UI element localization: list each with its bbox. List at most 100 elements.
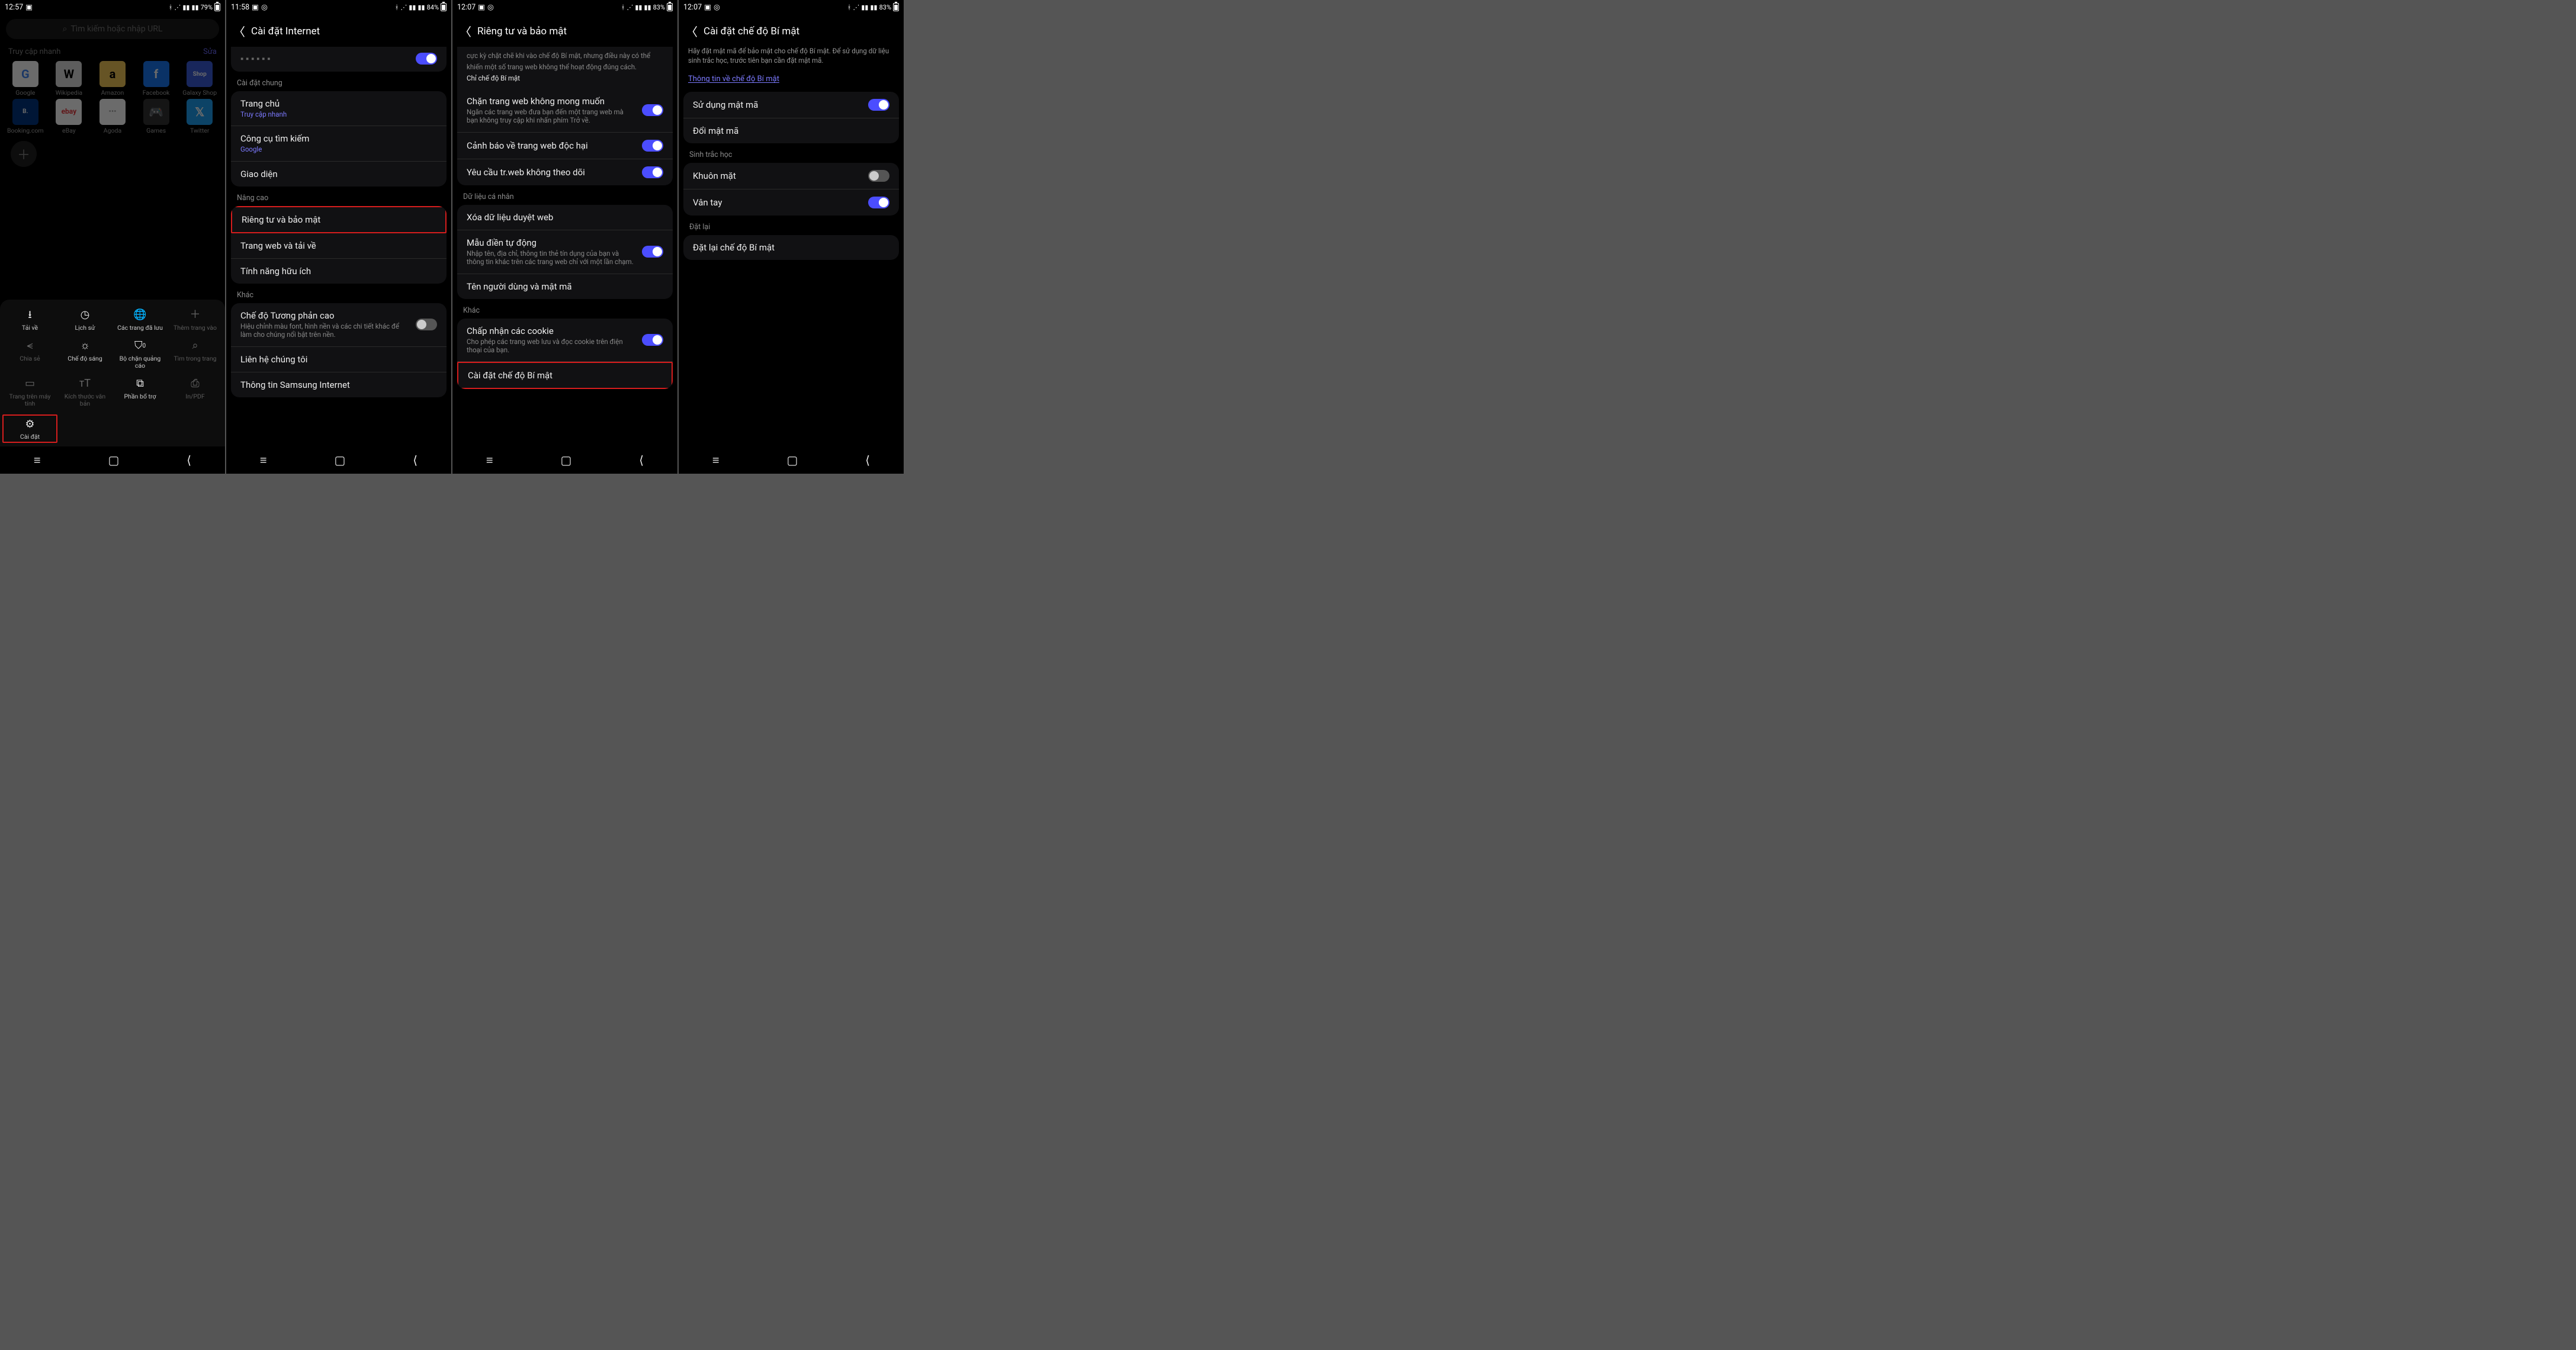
- intro-link[interactable]: Chỉ chế độ Bí mật: [467, 74, 520, 82]
- nav-back[interactable]: ⟨: [865, 453, 870, 467]
- back-button[interactable]: 〈: [686, 22, 698, 40]
- search-placeholder: Tìm kiếm hoặc nhập URL: [70, 24, 162, 34]
- tool-add-page[interactable]: ＋Thêm trang vào: [168, 308, 223, 333]
- row-privacy-security[interactable]: Riêng tư và bảo mật: [231, 206, 447, 233]
- toggle-dnt[interactable]: [642, 166, 663, 178]
- bluetooth-icon: ᚼ: [621, 4, 625, 11]
- nav-recents[interactable]: ≡: [34, 453, 41, 468]
- row-reset-secret[interactable]: Đặt lại chế độ Bí mật: [683, 235, 899, 260]
- text-size-icon: ᴛT: [79, 378, 92, 391]
- row-change-passcode[interactable]: Đổi mật mã: [683, 118, 899, 143]
- tool-history[interactable]: ◷Lịch sử: [57, 308, 113, 333]
- row-block-unwanted[interactable]: Chặn trang web không mong muốnNgăn các t…: [457, 89, 673, 133]
- tool-share[interactable]: ⪪Chia sẻ: [2, 339, 57, 371]
- nav-home[interactable]: ▢: [108, 453, 119, 467]
- group-reset: Đặt lại: [679, 216, 904, 235]
- tool-saved-pages[interactable]: 🌐Các trang đã lưu: [113, 308, 168, 333]
- nav-home[interactable]: ▢: [334, 453, 345, 467]
- signal-icon: ▮▮: [870, 4, 877, 11]
- row-do-not-track[interactable]: Yêu cầu tr.web không theo dõi: [457, 159, 673, 185]
- puzzle-icon: ⧉: [134, 378, 147, 391]
- share-icon: ⪪: [24, 340, 37, 353]
- screen-browser-home: 12:57 ▣ ᚼ ⋰ ▮▮ ▮▮ 79% ⌕ Tìm kiếm hoặc nh…: [0, 0, 225, 474]
- url-search-bar[interactable]: ⌕ Tìm kiếm hoặc nhập URL: [6, 19, 219, 39]
- row-high-contrast[interactable]: Chế độ Tương phản caoHiệu chỉnh màu font…: [231, 303, 447, 347]
- instagram-icon: ◎: [714, 2, 720, 12]
- printer-icon: ⎙: [189, 378, 202, 391]
- toggle-high-contrast[interactable]: [416, 319, 437, 330]
- row-secret-mode-settings[interactable]: Cài đặt chế độ Bí mật: [457, 362, 673, 389]
- site-facebook[interactable]: fFacebook: [134, 61, 178, 97]
- nav-recents[interactable]: ≡: [260, 453, 267, 468]
- row-search-engine[interactable]: Công cụ tìm kiếmGoogle: [231, 126, 447, 161]
- toggle-autofill[interactable]: [642, 246, 663, 258]
- toggle-block-unwanted[interactable]: [642, 104, 663, 116]
- row-useful-features[interactable]: Tính năng hữu ích: [231, 259, 447, 284]
- tool-print[interactable]: ⎙In/PDF: [168, 377, 223, 409]
- status-time: 12:07: [683, 3, 702, 12]
- tool-find[interactable]: ⌕Tìm trong trang: [168, 339, 223, 371]
- row-user-pass[interactable]: Tên người dùng và mật mã: [457, 274, 673, 299]
- tool-addons[interactable]: ⧉Phần bổ trợ: [113, 377, 168, 409]
- nav-home[interactable]: ▢: [560, 453, 571, 467]
- tool-downloads[interactable]: ⭳Tải về: [2, 308, 57, 333]
- nav-home[interactable]: ▢: [786, 453, 798, 467]
- toggle-use-passcode[interactable]: [868, 99, 889, 111]
- nav-back[interactable]: ⟨: [639, 453, 644, 467]
- add-site-button[interactable]: ＋: [11, 141, 37, 167]
- site-amazon[interactable]: aAmazon: [91, 61, 134, 97]
- row-use-passcode[interactable]: Sử dụng mật mã: [683, 92, 899, 118]
- site-google[interactable]: GGoogle: [4, 61, 47, 97]
- site-ebay[interactable]: ebayeBay: [47, 99, 91, 134]
- wifi-icon: ⋰: [174, 4, 181, 11]
- row-about[interactable]: Thông tin Samsung Internet: [231, 372, 447, 397]
- row-face[interactable]: Khuôn mặt: [683, 163, 899, 189]
- toggle-face[interactable]: [868, 170, 889, 182]
- site-booking[interactable]: B.Booking.com: [4, 99, 47, 134]
- row-fingerprint[interactable]: Vân tay: [683, 189, 899, 216]
- tool-light-mode[interactable]: ☼Chế độ sáng: [57, 339, 113, 371]
- tool-adblock[interactable]: ⛉0Bộ chặn quảng cáo: [113, 339, 168, 371]
- signal-icon: ▮▮: [861, 4, 868, 11]
- site-galaxyshop[interactable]: ShopGalaxy Shop: [178, 61, 221, 97]
- signal-icon: ▮▮: [635, 4, 642, 11]
- nav-back[interactable]: ⟨: [187, 453, 191, 467]
- toggle-malicious-warn[interactable]: [642, 140, 663, 152]
- statusbar: 11:58 ▣ ◎ ᚼ ⋰ ▮▮ ▮▮ 84%: [226, 0, 451, 14]
- site-agoda[interactable]: •••Agoda: [91, 99, 134, 134]
- row-autofill[interactable]: Mẫu điền tự độngNhập tên, địa chỉ, thông…: [457, 230, 673, 274]
- toggle[interactable]: [416, 53, 437, 65]
- edit-link[interactable]: Sửa: [203, 47, 217, 56]
- monitor-icon: ▭: [24, 378, 37, 391]
- nav-recents[interactable]: ≡: [486, 453, 493, 468]
- plus-icon: ＋: [189, 309, 202, 322]
- toggle-fingerprint[interactable]: [868, 197, 889, 208]
- row-malicious-warn[interactable]: Cảnh báo về trang web độc hại: [457, 133, 673, 159]
- toggle-cookies[interactable]: [642, 334, 663, 346]
- row-appearance[interactable]: Giao diện: [231, 162, 447, 187]
- row-clear-browsing[interactable]: Xóa dữ liệu duyệt web: [457, 205, 673, 230]
- battery-icon: [214, 3, 220, 11]
- tool-settings[interactable]: ⚙Cài đặt: [2, 414, 57, 443]
- signal-icon: ▮▮: [182, 4, 189, 11]
- row-contact-us[interactable]: Liên hệ chúng tôi: [231, 347, 447, 372]
- nav-back[interactable]: ⟨: [413, 453, 417, 467]
- status-battery: 84%: [427, 4, 439, 11]
- status-time: 11:58: [231, 3, 249, 12]
- row-homepage[interactable]: Trang chủTruy cập nhanh: [231, 91, 447, 126]
- battery-icon: [441, 3, 447, 11]
- back-button[interactable]: 〈: [460, 22, 471, 40]
- back-button[interactable]: 〈: [233, 22, 245, 40]
- row-accept-cookies[interactable]: Chấp nhận các cookieCho phép các trang w…: [457, 319, 673, 362]
- tool-textsize[interactable]: ᴛTKích thước văn bản: [57, 377, 113, 409]
- battery-icon: [893, 3, 899, 11]
- site-wikipedia[interactable]: WWikipedia: [47, 61, 91, 97]
- row-sites-downloads[interactable]: Trang web và tải về: [231, 233, 447, 259]
- secret-mode-info-link[interactable]: Thông tin về chế độ Bí mật: [679, 69, 904, 92]
- site-games[interactable]: 🎮Games: [134, 99, 178, 134]
- site-twitter[interactable]: 𝕏Twitter: [178, 99, 221, 134]
- nav-recents[interactable]: ≡: [712, 453, 720, 468]
- row-unknown-top[interactable]: ▪ ▪ ▪ ▪ ▪ ▪: [231, 47, 447, 72]
- group-personal-data: Dữ liệu cá nhân: [452, 185, 677, 205]
- tool-desktop[interactable]: ▭Trang trên máy tính: [2, 377, 57, 409]
